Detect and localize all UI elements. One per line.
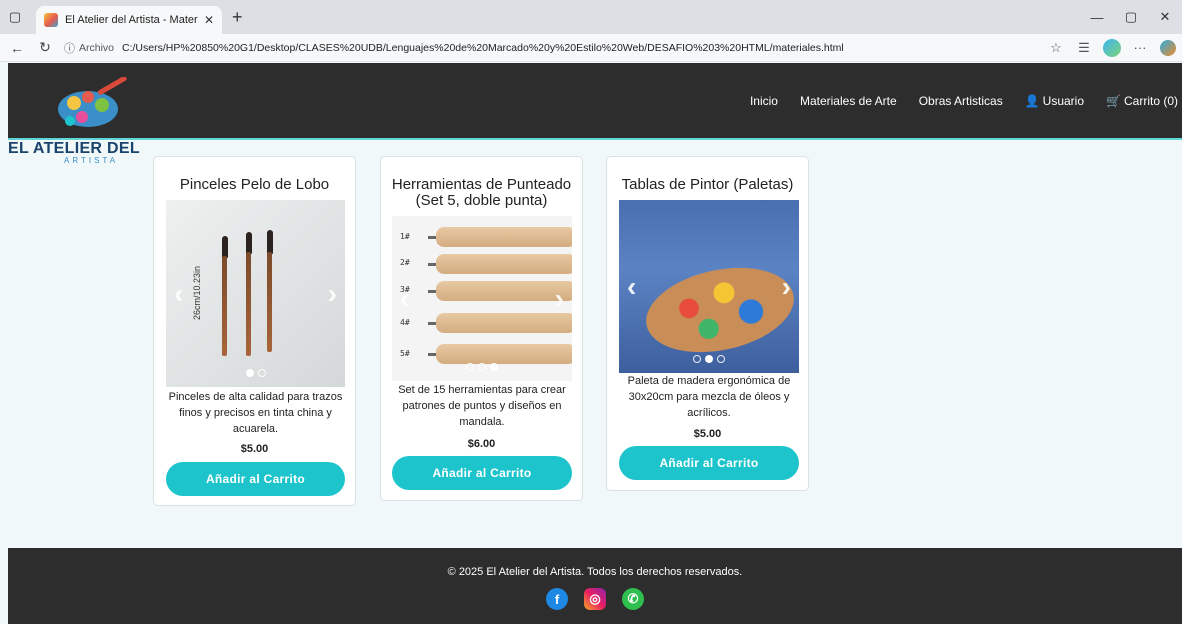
- site-footer: © 2025 El Atelier del Artista. Todos los…: [8, 548, 1182, 624]
- page: Inicio Materiales de Arte Obras Artistic…: [8, 63, 1182, 624]
- product-description: Pinceles de alta calidad para trazos fin…: [168, 391, 343, 435]
- carousel-dot[interactable]: [717, 355, 725, 363]
- tool-label: 4#: [400, 318, 410, 327]
- product-carousel[interactable]: 1# 2# 3# 4# 5# ‹ ›: [392, 216, 572, 381]
- edge-icon[interactable]: [1160, 39, 1176, 56]
- favorites-list-icon[interactable]: ☰: [1070, 40, 1098, 56]
- product-carousel[interactable]: ‹ ›: [619, 200, 799, 373]
- instagram-icon[interactable]: ◎: [584, 588, 606, 610]
- product-card-pinceles: Pinceles Pelo de Lobo 26cm/10.23in ‹ › P…: [153, 156, 356, 506]
- facebook-icon[interactable]: f: [546, 588, 568, 610]
- logo-palette-icon[interactable]: [52, 77, 132, 135]
- add-to-cart-button[interactable]: Añadir al Carrito: [392, 456, 572, 490]
- product-description: Paleta de madera ergonómica de 30x20cm p…: [627, 375, 791, 419]
- product-carousel[interactable]: 26cm/10.23in ‹ ›: [166, 200, 345, 387]
- nav-carrito-label: Carrito (0): [1123, 94, 1178, 108]
- new-tab-icon[interactable]: +: [232, 7, 243, 28]
- tab-actions-icon[interactable]: ▢: [0, 0, 30, 34]
- minimize-icon[interactable]: —: [1080, 10, 1114, 25]
- main-nav: Inicio Materiales de Arte Obras Artistic…: [728, 94, 1178, 108]
- carousel-dots: [392, 363, 572, 371]
- product-description: Set de 15 herramientas para crear patron…: [398, 384, 566, 428]
- copyright-text: © 2025 El Atelier del Artista. Todos los…: [447, 566, 743, 578]
- nav-inicio[interactable]: Inicio: [750, 94, 778, 108]
- product-card-punteado: Herramientas de Punteado (Set 5, doble p…: [380, 156, 583, 501]
- dotting-tools-image: 1# 2# 3# 4# 5#: [392, 216, 572, 381]
- more-menu-icon[interactable]: ···: [1126, 40, 1154, 55]
- carousel-dot[interactable]: [490, 363, 498, 371]
- product-title: Herramientas de Punteado (Set 5, doble p…: [391, 176, 572, 209]
- nav-usuario[interactable]: 👤 Usuario: [1025, 94, 1084, 108]
- site-favicon-icon: [44, 13, 58, 27]
- carousel-dot[interactable]: [693, 355, 701, 363]
- carousel-next-icon[interactable]: ›: [328, 278, 337, 310]
- carousel-dots: [619, 355, 799, 363]
- product-price: $5.00: [693, 428, 722, 440]
- nav-materiales[interactable]: Materiales de Arte: [800, 94, 897, 108]
- tool-label: 5#: [400, 349, 410, 358]
- whatsapp-icon[interactable]: ✆: [622, 588, 644, 610]
- brushes-image: 26cm/10.23in: [166, 200, 345, 387]
- address-label: Archivo: [79, 41, 115, 54]
- nav-carrito[interactable]: 🛒 Carrito (0): [1106, 94, 1178, 108]
- close-tab-icon[interactable]: ✕: [204, 13, 214, 27]
- product-card-paletas: Tablas de Pintor (Paletas) ‹ › Paleta de…: [606, 156, 809, 491]
- brush-size-label: 26cm/10.23in: [192, 265, 203, 321]
- product-title: Pinceles Pelo de Lobo: [179, 176, 330, 193]
- carousel-dot[interactable]: [466, 363, 474, 371]
- logo-text: EL ATELIER DEL ARTISTA: [8, 140, 158, 165]
- address-actions: ☆ ☰ ···: [1042, 38, 1176, 57]
- back-icon[interactable]: ←: [6, 40, 28, 56]
- nav-obras[interactable]: Obras Artisticas: [919, 94, 1003, 108]
- carousel-dots: [166, 369, 345, 377]
- carousel-dot[interactable]: [245, 369, 254, 377]
- refresh-icon[interactable]: ↻: [34, 39, 56, 56]
- copilot-icon[interactable]: [1103, 38, 1121, 57]
- carousel-dot[interactable]: [478, 363, 486, 371]
- nav-usuario-label: Usuario: [1042, 94, 1085, 108]
- carousel-dot[interactable]: [257, 369, 266, 377]
- restore-icon[interactable]: ▢: [1114, 9, 1148, 25]
- logo-line2: ARTISTA: [64, 156, 119, 165]
- window-close-icon[interactable]: ✕: [1148, 9, 1182, 25]
- browser-tabbar: ▢ El Atelier del Artista - Materiales ✕ …: [0, 0, 1182, 34]
- user-icon: 👤: [1024, 94, 1040, 108]
- add-to-cart-button[interactable]: Añadir al Carrito: [619, 446, 799, 480]
- carousel-prev-icon[interactable]: ‹: [174, 278, 183, 310]
- product-price: $6.00: [467, 438, 496, 450]
- carousel-prev-icon[interactable]: ‹: [400, 283, 409, 315]
- url-field[interactable]: ⓘ Archivo C:/Users/HP%20850%20G1/Desktop…: [64, 37, 1042, 59]
- tab-title: El Atelier del Artista - Materiales: [65, 14, 198, 26]
- info-icon[interactable]: ⓘ: [64, 40, 75, 56]
- product-price: $5.00: [240, 443, 269, 455]
- product-title: Tablas de Pintor (Paletas): [621, 176, 794, 193]
- cart-icon: 🛒: [1106, 94, 1121, 108]
- window-controls: — ▢ ✕: [1080, 0, 1182, 34]
- url-text: C:/Users/HP%20850%20G1/Desktop/CLASES%20…: [122, 41, 844, 54]
- carousel-dot[interactable]: [705, 355, 713, 363]
- tool-label: 1#: [400, 232, 410, 241]
- carousel-prev-icon[interactable]: ‹: [627, 271, 636, 303]
- browser-tab[interactable]: El Atelier del Artista - Materiales ✕: [36, 6, 222, 34]
- address-bar: ← ↻ ⓘ Archivo C:/Users/HP%20850%20G1/Des…: [0, 34, 1182, 62]
- palette-image: [619, 200, 799, 373]
- tool-label: 2#: [400, 258, 410, 267]
- social-links: f ◎ ✆: [8, 588, 1182, 610]
- site-header: Inicio Materiales de Arte Obras Artistic…: [8, 63, 1182, 140]
- carousel-next-icon[interactable]: ›: [782, 271, 791, 303]
- favorite-star-icon[interactable]: ☆: [1042, 40, 1070, 56]
- add-to-cart-button[interactable]: Añadir al Carrito: [166, 462, 345, 496]
- carousel-next-icon[interactable]: ›: [555, 283, 564, 315]
